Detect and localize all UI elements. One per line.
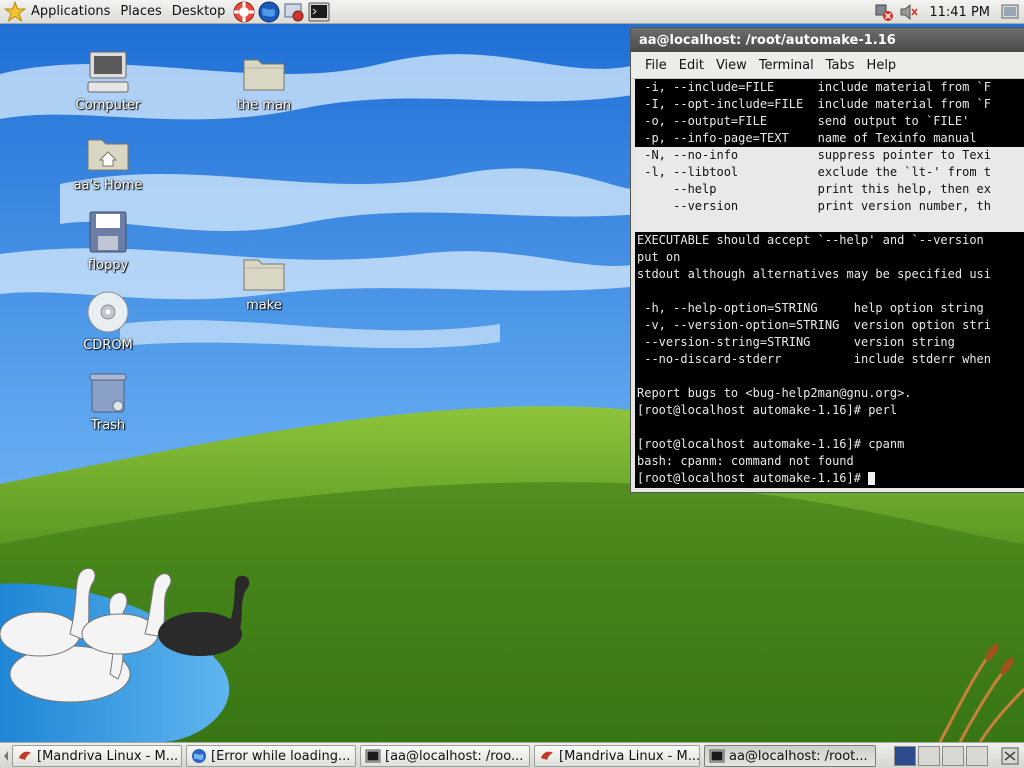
- menu-terminal[interactable]: Terminal: [753, 58, 820, 73]
- terminal-line: -v, --version-option=STRING version opti…: [637, 318, 992, 332]
- desktop-icon-label: Computer: [75, 98, 141, 113]
- menu-edit[interactable]: Edit: [673, 58, 710, 73]
- system-tray: 11:41 PM: [873, 0, 1024, 24]
- network-disconnected-icon[interactable]: [873, 1, 895, 23]
- terminal-line: Report bugs to <bug-help2man@gnu.org>.: [637, 386, 912, 400]
- mandriva-icon: [541, 751, 553, 760]
- terminal-line: --no-discard-stderr include stderr when: [637, 352, 992, 366]
- terminal-line: EXECUTABLE should accept `--help' and `-…: [637, 233, 984, 247]
- mandriva-icon: [19, 751, 31, 760]
- panel-handle-icon[interactable]: [2, 745, 10, 767]
- taskbar-item-label: [aa@localhost: /roo...: [385, 748, 524, 764]
- terminal-menubar: File Edit View Terminal Tabs Help: [631, 52, 1024, 79]
- terminal-line: stdout although alternatives may be spec…: [637, 267, 992, 281]
- terminal-line: -i, --include=FILE include material from…: [637, 80, 992, 94]
- terminal-icon: [709, 749, 725, 763]
- screenshot-icon[interactable]: [283, 1, 305, 23]
- volume-muted-icon[interactable]: [899, 1, 919, 23]
- terminal-line: bash: cpanm: command not found: [637, 454, 854, 468]
- folder-icon: [243, 259, 285, 291]
- menu-tabs[interactable]: Tabs: [820, 58, 861, 73]
- terminal-titlebar[interactable]: aa@localhost: /root/automake-1.16: [631, 28, 1024, 52]
- menu-file[interactable]: File: [639, 58, 673, 73]
- trash-applet-icon[interactable]: [1000, 746, 1020, 766]
- the-man-folder-desktop-icon[interactable]: the man: [216, 48, 312, 113]
- window-title: aa@localhost: /root/automake-1.16: [639, 32, 896, 48]
- terminal-line: --version print version number, th: [635, 198, 1024, 215]
- computer-desktop-icon[interactable]: Computer: [60, 48, 156, 113]
- workspace-3[interactable]: [942, 746, 964, 766]
- terminal-line: -I, --opt-include=FILE include material …: [637, 97, 992, 111]
- taskbar-item-label: [Error while loading...: [211, 748, 351, 764]
- home-folder-desktop-icon[interactable]: aa's Home: [60, 128, 156, 193]
- taskbar-item-label: aa@localhost: /root...: [729, 748, 868, 764]
- desktop-icon-label: CDROM: [83, 338, 133, 353]
- floppy-desktop-icon[interactable]: floppy: [60, 208, 156, 273]
- desktop-icon-label: the man: [236, 98, 292, 113]
- home-folder-icon: [87, 139, 129, 171]
- taskbar-item[interactable]: [Mandriva Linux - M...: [12, 745, 182, 767]
- taskbar-item[interactable]: [aa@localhost: /roo...: [360, 745, 530, 767]
- taskbar-item-label: [Mandriva Linux - M...: [37, 748, 179, 764]
- terminal-icon[interactable]: [308, 1, 330, 23]
- terminal-window: aa@localhost: /root/automake-1.16 File E…: [630, 27, 1024, 493]
- help-icon[interactable]: [233, 1, 255, 23]
- taskbar-item[interactable]: [Mandriva Linux - M...: [534, 745, 700, 767]
- terminal-line: -o, --output=FILE send output to `FILE': [637, 114, 970, 128]
- terminal-output[interactable]: -i, --include=FILE include material from…: [635, 79, 1024, 488]
- mandriva-star-icon: [4, 0, 26, 22]
- terminal-line: [root@localhost automake-1.16]# perl: [637, 403, 898, 417]
- computer-icon: [87, 51, 129, 93]
- workspace-4[interactable]: [966, 746, 988, 766]
- show-desktop-icon[interactable]: [1000, 2, 1020, 22]
- bottom-panel: [Mandriva Linux - M... [Error while load…: [0, 742, 1024, 768]
- terminal-prompt-line: [root@localhost automake-1.16]#: [635, 470, 1024, 487]
- browser-icon[interactable]: [258, 1, 280, 23]
- taskbar-item[interactable]: [Error while loading...: [186, 745, 356, 767]
- text-cursor: [868, 472, 876, 485]
- taskbar-item-label: [Mandriva Linux - M...: [559, 748, 700, 764]
- terminal-line: --version-string=STRING version string: [637, 335, 955, 349]
- desktop-icon-label: aa's Home: [73, 178, 143, 193]
- floppy-icon: [89, 211, 127, 253]
- browser-icon: [192, 749, 206, 763]
- places-menu[interactable]: Places: [115, 0, 166, 24]
- taskbar-item-active[interactable]: aa@localhost: /root...: [704, 745, 876, 767]
- desktop-menu[interactable]: Desktop: [167, 0, 231, 24]
- cdrom-desktop-icon[interactable]: CDROM: [60, 288, 156, 353]
- menu-view[interactable]: View: [710, 58, 753, 73]
- applications-menu[interactable]: Applications: [26, 0, 115, 24]
- terminal-line: --help print this help, then ex: [635, 181, 1024, 198]
- trash-icon: [89, 373, 127, 413]
- terminal-line: put on: [637, 250, 681, 264]
- terminal-line: -p, --info-page=TEXT name of Texinfo man…: [637, 131, 977, 145]
- desktop-icon-label: floppy: [87, 258, 129, 273]
- workspace-2[interactable]: [918, 746, 940, 766]
- terminal-line: -N, --no-info suppress pointer to Texi: [635, 147, 1024, 164]
- desktop-icon-label: make: [246, 298, 282, 313]
- terminal-line: [root@localhost automake-1.16]# cpanm: [637, 437, 905, 451]
- trash-desktop-icon[interactable]: Trash: [60, 368, 156, 433]
- top-panel: Applications Places Desktop 11:41 PM: [0, 0, 1024, 24]
- cdrom-icon: [87, 291, 129, 333]
- terminal-icon: [365, 749, 381, 763]
- workspace-1[interactable]: [894, 746, 916, 766]
- terminal-line: [635, 215, 1024, 232]
- make-folder-desktop-icon[interactable]: make: [216, 248, 312, 313]
- prompt-text: [root@localhost automake-1.16]#: [637, 471, 869, 485]
- folder-icon: [243, 59, 285, 91]
- terminal-line: -h, --help-option=STRING help option str…: [637, 301, 984, 315]
- menu-help[interactable]: Help: [861, 58, 903, 73]
- desktop-icon-label: Trash: [90, 418, 126, 433]
- clock[interactable]: 11:41 PM: [919, 5, 1000, 20]
- terminal-line: -l, --libtool exclude the `lt-' from t: [635, 164, 1024, 181]
